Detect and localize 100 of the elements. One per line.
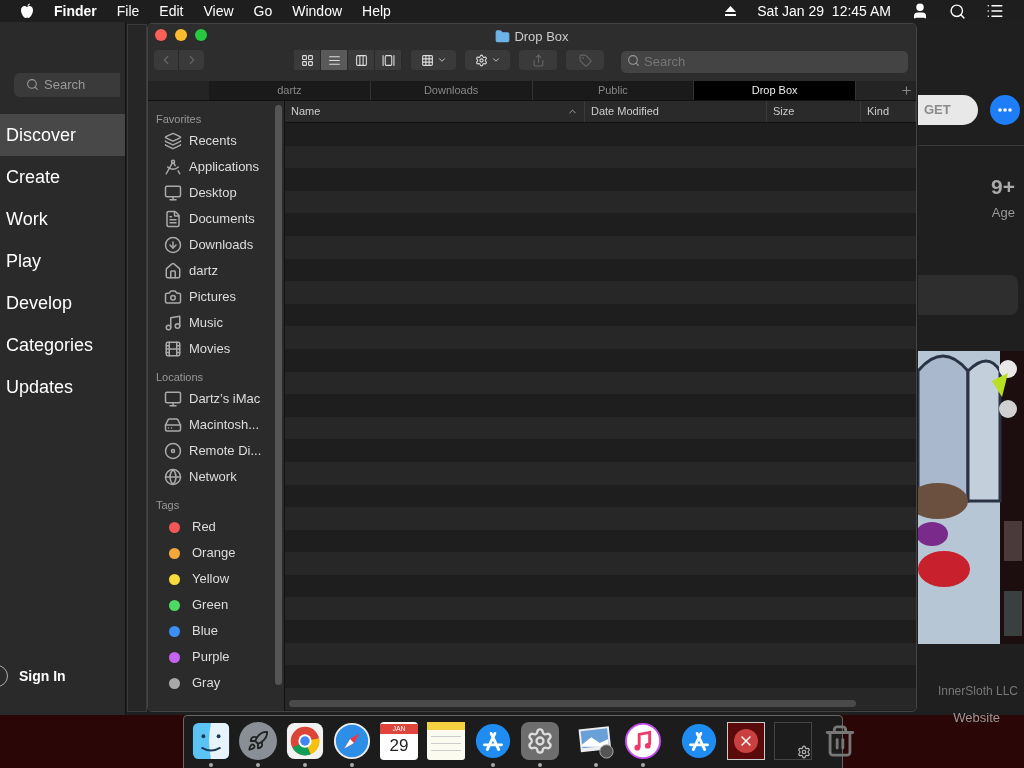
close-button[interactable] [155,29,167,41]
view-mode-button[interactable] [294,50,321,70]
disc-icon [164,442,182,460]
minimize-button[interactable] [175,29,187,41]
sidebar-item[interactable]: Documents [189,209,255,229]
sidebar-heading: Locations [156,369,205,385]
tab[interactable]: dartz [209,81,371,100]
sidebar-item[interactable]: Dartz’s iMac [189,389,261,409]
sidebar-item[interactable]: Macintosh... [189,415,260,435]
house-icon [164,262,182,280]
column-header[interactable]: Kind [861,101,916,122]
tab[interactable]: Downloads [370,81,533,100]
scrollbar[interactable] [289,700,856,707]
menu-item[interactable]: Go [253,0,273,22]
sidebar-item[interactable]: dartz [189,261,218,281]
folder-icon [495,29,511,45]
sidebar-item[interactable]: Purple [192,647,230,667]
column-header[interactable]: Name [285,101,585,122]
caret-icon [436,55,447,65]
compass-icon[interactable] [333,722,371,760]
column-header[interactable]: Date Modified [585,101,767,122]
nav-item[interactable]: Work [0,198,125,240]
tab[interactable]: Public [532,81,695,100]
sidebar-item[interactable]: Applications [189,157,260,177]
error-icon[interactable] [727,722,765,760]
sidebar-item[interactable]: Blue [192,621,219,641]
music-note-icon[interactable] [624,722,662,760]
app-store-icon[interactable] [474,722,512,760]
sidebar-heading: Favorites [156,111,203,127]
grid-icon [420,53,434,67]
group-button[interactable] [411,50,456,70]
menu-item[interactable]: Window [292,0,343,22]
gear-icon [474,53,488,67]
download-icon [164,236,182,254]
grid-icon [300,53,314,67]
developer-name: InnerSloth LLC [937,684,1018,698]
sidebar-item[interactable]: Gray [192,673,221,693]
sidebar-item[interactable]: Red [192,517,216,537]
window-icon[interactable] [774,722,812,760]
sidebar-item[interactable]: Network [189,467,237,487]
scrollbar[interactable] [275,105,282,685]
user-icon[interactable] [911,2,929,20]
share-icon [531,53,545,67]
camera-icon [164,288,182,306]
sidebar-item[interactable]: Recents [189,131,237,151]
view-mode-button[interactable] [375,50,402,70]
finder-face-icon[interactable] [192,722,230,760]
globe-icon [164,468,182,486]
app-store-icon[interactable] [680,722,718,760]
search-field[interactable]: Search [14,72,120,97]
search-icon[interactable] [949,2,966,20]
gear-icon[interactable] [521,722,559,760]
music-note-icon [164,314,182,332]
gallery-icon [381,53,395,67]
menu-item[interactable]: Edit [159,0,184,22]
menu-clock[interactable]: Sat Jan 29 12:45 AM [757,0,891,22]
plus-icon [899,84,913,97]
document-icon [164,210,182,228]
apple-icon[interactable] [20,3,34,19]
nav-item[interactable]: Discover [0,114,125,156]
search-icon [26,78,39,91]
tab[interactable]: Drop Box [694,81,856,100]
eject-icon[interactable] [724,5,738,17]
action-button[interactable] [465,50,510,70]
list-icon[interactable] [986,2,1004,20]
rocket-icon[interactable] [239,722,277,760]
sign-in-link[interactable]: Sign In [19,665,66,687]
nav-item[interactable]: Updates [0,366,125,408]
sidebar-item[interactable]: Yellow [192,569,230,589]
view-mode-button[interactable] [348,50,375,70]
sidebar-item[interactable]: Green [192,595,229,615]
tag-icon [578,53,592,67]
app-menu[interactable]: Finder [54,0,97,22]
sidebar-item[interactable]: Desktop [189,183,237,203]
stack-icon [164,132,182,150]
monitor-icon [164,184,182,202]
sidebar-item[interactable]: Music [189,313,223,333]
menu-item[interactable]: File [116,0,140,22]
list-icon [327,53,341,67]
nav-item[interactable]: Categories [0,324,125,366]
nav-item[interactable]: Play [0,240,125,282]
column-header[interactable]: Size [767,101,861,122]
zoom-button[interactable] [195,29,207,41]
sidebar-item[interactable]: Orange [192,543,236,563]
nav-item[interactable]: Create [0,156,125,198]
more-button[interactable] [990,95,1020,125]
sidebar-item[interactable]: Movies [189,339,231,359]
sidebar-item[interactable]: Remote Di... [189,441,262,461]
sidebar-heading: Tags [156,497,181,513]
website-link[interactable]: Website [953,710,1000,725]
sidebar-item[interactable]: Pictures [189,287,236,307]
menu-item[interactable]: Help [362,0,391,22]
caret-icon [490,55,501,65]
compass-icon [164,158,182,176]
nav-item[interactable]: Develop [0,282,125,324]
menu-item[interactable]: View [203,0,234,22]
view-mode-button[interactable] [321,50,348,70]
sidebar-item[interactable]: Downloads [189,235,254,255]
age-label: Age [991,203,1015,222]
chrome-icon[interactable] [286,722,324,760]
